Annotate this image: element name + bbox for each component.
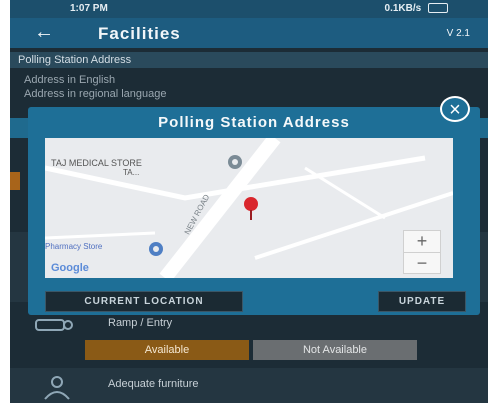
status-bar: 1:07 PM 0.1KB/s (10, 0, 488, 18)
ramp-label: Ramp / Entry (108, 317, 173, 329)
zoom-controls: + − (403, 230, 441, 274)
phone-screen: 1:07 PM 0.1KB/s ← Facilities V 2.1 Polli… (10, 0, 488, 403)
available-button[interactable]: Available (85, 340, 249, 360)
app-version: V 2.1 (446, 28, 470, 39)
section-title: Polling Station Address (10, 52, 488, 68)
zoom-in-button[interactable]: + (404, 231, 440, 252)
map-view[interactable]: TAJ MEDICAL STORE TA... NEW ROAD Pharmac… (45, 138, 453, 278)
battery-icon (428, 3, 448, 14)
poi-marker-icon (225, 154, 245, 177)
close-icon[interactable]: × (440, 96, 470, 122)
ramp-icon (34, 316, 74, 339)
furniture-card (10, 368, 488, 403)
address-modal: Polling Station Address TAJ MEDICAL STOR… (28, 107, 480, 315)
people-icon (40, 375, 74, 403)
location-pin-icon[interactable] (240, 196, 262, 227)
update-button[interactable]: UPDATE (378, 291, 466, 312)
zoom-out-button[interactable]: − (404, 253, 440, 274)
network-speed: 0.1KB/s (384, 3, 422, 14)
page-title: Facilities (98, 24, 181, 43)
status-icons: 0.1KB/s (385, 3, 448, 14)
google-logo: Google (51, 262, 89, 274)
pharmacy-marker-icon (147, 240, 165, 263)
address-regional-field[interactable]: Address in regional language (24, 88, 167, 100)
current-location-button[interactable]: CURRENT LOCATION (45, 291, 243, 312)
map-poi-left: Pharmacy Store (45, 242, 103, 251)
map-poi-top-sub: TA... (123, 168, 140, 177)
modal-title: Polling Station Address (158, 114, 350, 131)
furniture-label: Adequate furniture (108, 378, 199, 390)
status-time: 1:07 PM (70, 3, 108, 14)
app-bar: ← Facilities V 2.1 (10, 18, 488, 48)
address-english-field[interactable]: Address in English (24, 74, 115, 86)
back-arrow-icon[interactable]: ← (34, 21, 54, 44)
background-tag (10, 172, 20, 190)
map-poi-top: TAJ MEDICAL STORE (51, 158, 142, 168)
not-available-button[interactable]: Not Available (253, 340, 417, 360)
